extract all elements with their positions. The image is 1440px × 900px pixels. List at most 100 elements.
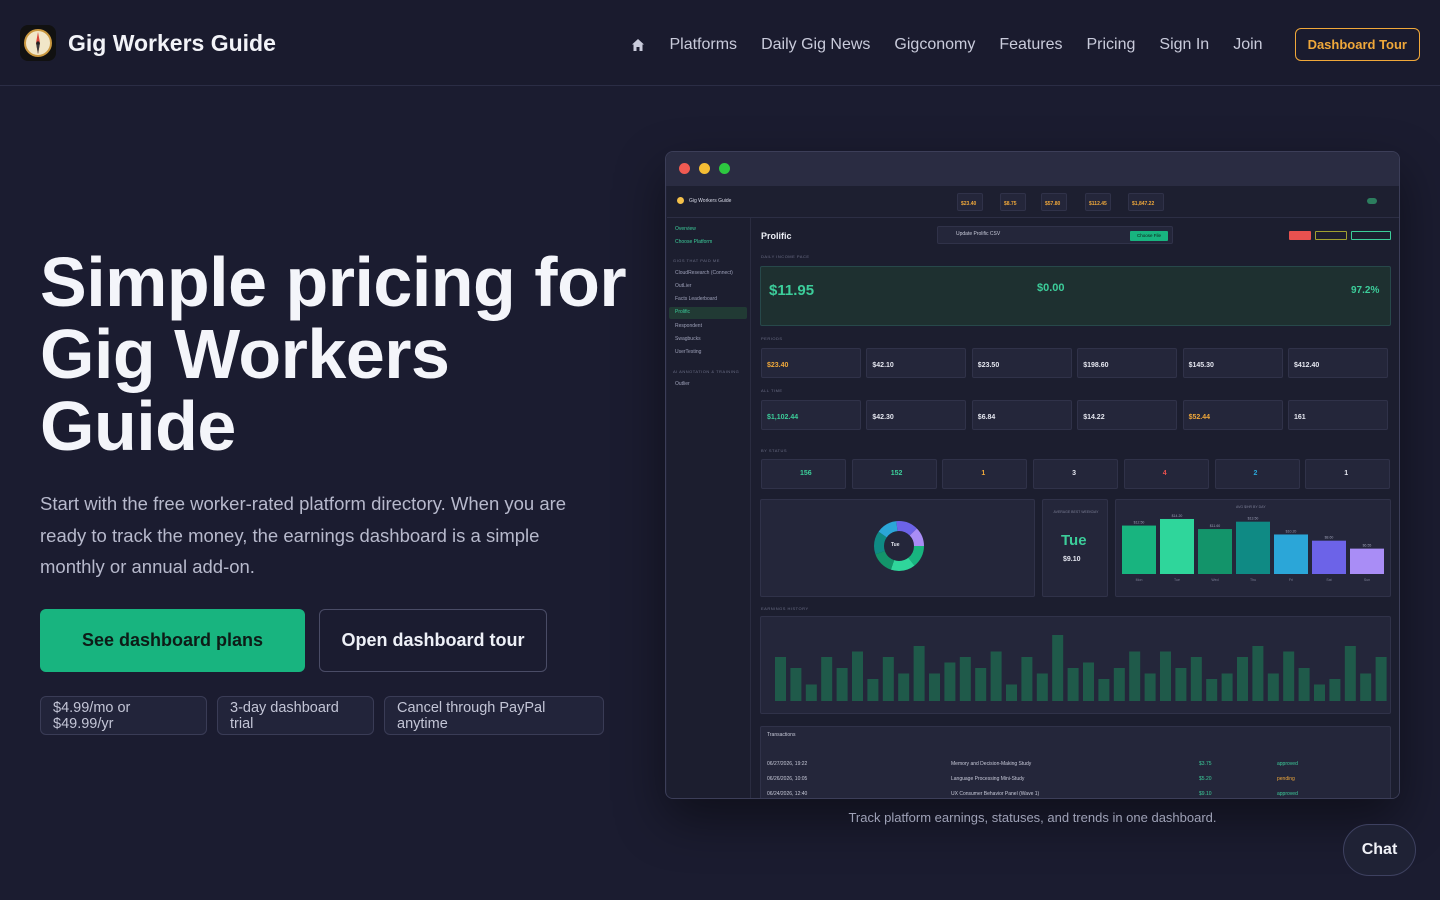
sidebar-item-respondent[interactable]: Respondent — [675, 323, 702, 329]
sidebar-item-cloudresearch[interactable]: CloudResearch (Connect) — [675, 270, 733, 276]
history-bar — [959, 657, 971, 701]
transaction-study: UX Consumer Behavior Panel (Wave 1) — [951, 791, 1040, 797]
brand[interactable]: Gig Workers Guide — [20, 25, 276, 61]
sidebar-item-facts[interactable]: Facts Leaderboard — [675, 296, 717, 302]
nav-link-sign-in[interactable]: Sign In — [1159, 36, 1209, 54]
history-bar — [1160, 651, 1171, 701]
best-weekday-card: AVERAGE BEST WEEKDAY Tue $9.10 — [1042, 499, 1108, 597]
view-data-button[interactable] — [1315, 231, 1347, 240]
open-dashboard-tour-button[interactable]: Open dashboard tour — [319, 609, 547, 672]
transaction-status: approved — [1277, 761, 1298, 767]
theme-toggle[interactable] — [1367, 198, 1377, 204]
history-bar — [1329, 679, 1341, 701]
history-bar — [836, 668, 848, 701]
history-bar — [1237, 657, 1248, 701]
history-bar — [1036, 673, 1048, 701]
top-nav: Gig Workers Guide Platforms Daily Gig Ne… — [0, 0, 1440, 86]
remove-button[interactable] — [1289, 231, 1311, 240]
sidebar-item-usertesting[interactable]: UserTesting — [675, 349, 701, 355]
history-bar — [1190, 657, 1202, 701]
hero-title: Simple pricing for Gig Workers Guide — [40, 243, 627, 465]
history-bar — [1267, 673, 1279, 701]
cashflow-donut-card: Tue — [760, 499, 1035, 597]
hero-subtitle: Start with the free worker-rated platfor… — [40, 493, 567, 577]
avg-by-day-label: $14.20 — [1172, 514, 1183, 518]
compass-icon — [20, 25, 56, 61]
sidebar-section-label: GIGS THAT PAID ME — [673, 258, 720, 263]
history-bar — [1375, 657, 1387, 701]
approval-rate: 97.2% — [1351, 285, 1380, 296]
history-bar — [867, 679, 879, 701]
stat-card: $23.50 — [971, 348, 1072, 378]
history-bar — [929, 673, 940, 701]
maximize-dot-icon — [719, 163, 730, 174]
transaction-amount: $3.75 — [1199, 761, 1212, 767]
earnings-history-card — [760, 616, 1391, 714]
sidebar-item-outlier-ai[interactable]: Outlier — [675, 381, 690, 387]
sidebar-item-swagbucks[interactable]: Swagbucks — [675, 336, 701, 342]
stat-card: $1,102.44 — [761, 400, 861, 430]
screenshot-caption: Track platform earnings, statuses, and t… — [848, 810, 1217, 825]
nav-link-features[interactable]: Features — [999, 36, 1062, 54]
top-stat: $23.40 — [957, 193, 983, 211]
history-bar — [1052, 635, 1064, 701]
top-stat: $112.45 — [1085, 193, 1111, 211]
status-card: 2 — [1214, 459, 1300, 489]
history-bar — [1206, 679, 1218, 701]
see-dashboard-plans-button[interactable]: See dashboard plans — [40, 609, 305, 672]
today-earned: $11.95 — [769, 282, 815, 299]
avg-by-day-chart: $12.50 Mon $14.20 Tue $11.60 Wed $13.50 Thu $10.… — [1122, 514, 1384, 582]
app-sidebar: Overview Choose Platform GIGS THAT PAID … — [667, 218, 751, 798]
history-bar — [790, 668, 802, 701]
avg-by-day-bar — [1198, 529, 1232, 574]
nav-link-pricing[interactable]: Pricing — [1086, 36, 1135, 54]
sidebar-item-overview[interactable]: Overview — [675, 226, 696, 232]
home-icon[interactable] — [631, 38, 645, 52]
window-titlebar — [666, 152, 1399, 186]
history-bar — [821, 657, 833, 701]
avg-by-day-label: $6.55 — [1363, 544, 1372, 548]
app-logo-icon — [677, 197, 684, 204]
nav-link-platforms[interactable]: Platforms — [669, 36, 737, 54]
history-bar — [1175, 668, 1187, 701]
history-bar — [990, 651, 1002, 701]
avg-by-day-label: $12.50 — [1134, 521, 1145, 525]
today-pending: $0.00 — [1037, 282, 1065, 294]
history-bar — [1360, 673, 1372, 701]
earnings-history-chart — [775, 635, 1387, 701]
best-weekday: Tue — [1061, 532, 1087, 549]
history-bar — [1098, 679, 1110, 701]
sidebar-item-choose-platform[interactable]: Choose Platform — [675, 239, 712, 245]
csv-upload-box[interactable]: Update Prolific CSV Choose File — [937, 226, 1173, 244]
history-bar — [1144, 673, 1156, 701]
sidebar-item-prolific[interactable]: Prolific — [675, 309, 690, 315]
transaction-amount: $5.20 — [1199, 776, 1212, 782]
sidebar-item-outlier[interactable]: OutLier — [675, 283, 691, 289]
avg-by-day-bar — [1160, 518, 1194, 574]
nav-link-join[interactable]: Join — [1233, 36, 1262, 54]
history-bar — [1252, 646, 1264, 701]
top-stat: $1,847.22 — [1128, 193, 1164, 211]
choose-file-button[interactable]: Choose File — [1130, 231, 1168, 241]
chat-button[interactable]: Chat — [1343, 824, 1416, 876]
history-bar — [1113, 668, 1125, 701]
stat-card: $42.30 — [866, 400, 967, 430]
best-weekday-label: AVERAGE BEST WEEKDAY — [1053, 510, 1099, 514]
transaction-status: pending — [1277, 776, 1295, 782]
stat-card: $6.84 — [971, 400, 1072, 430]
brand-name: Gig Workers Guide — [68, 29, 276, 56]
transaction-date: 06/27/2026, 19:22 — [767, 761, 808, 767]
history-bar — [1129, 651, 1141, 701]
report-bug-button[interactable] — [1351, 231, 1391, 240]
section-label: PERIODS — [761, 336, 783, 341]
dashboard-tour-button[interactable]: Dashboard Tour — [1294, 28, 1420, 61]
nav-link-gigconomy[interactable]: Gigconomy — [894, 36, 975, 54]
nav-link-daily-gig-news[interactable]: Daily Gig News — [761, 36, 870, 54]
transaction-amount: $9.10 — [1199, 791, 1212, 797]
stat-card: 161 — [1288, 400, 1388, 430]
avg-by-day-bar — [1274, 534, 1308, 574]
close-dot-icon — [679, 163, 690, 174]
nav-links: Platforms Daily Gig News Gigconomy Featu… — [631, 28, 1420, 61]
history-bar — [913, 646, 925, 701]
history-bar — [1314, 684, 1325, 701]
